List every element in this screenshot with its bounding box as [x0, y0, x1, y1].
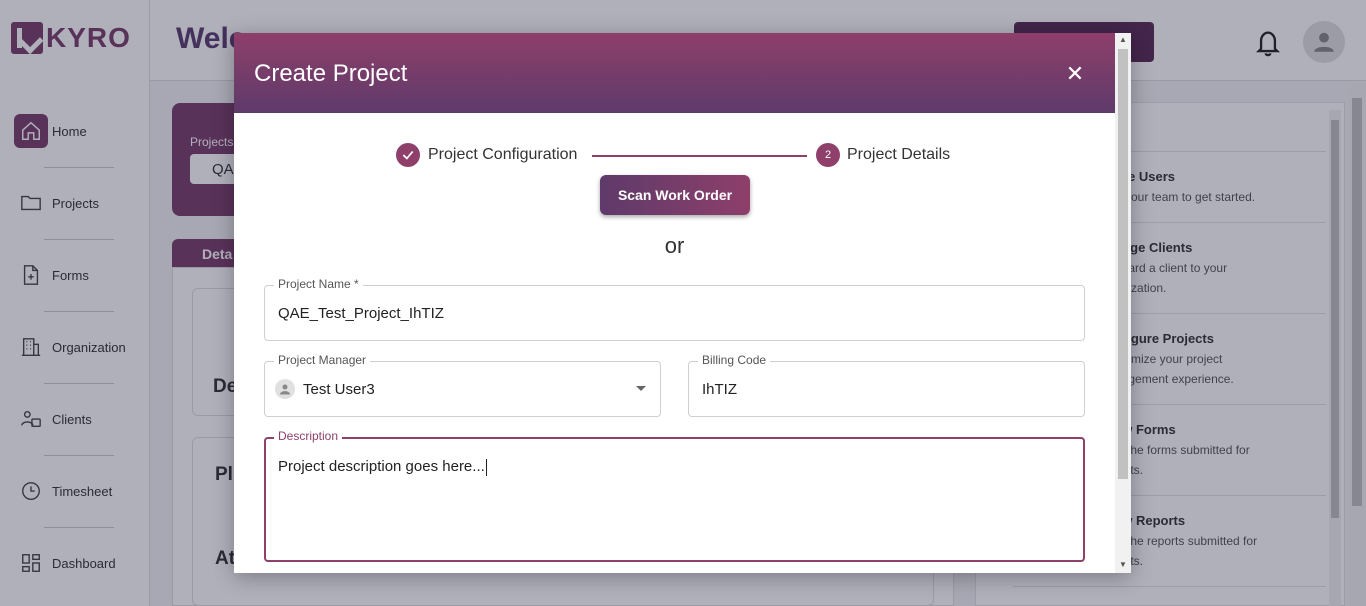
check-icon[interactable] — [396, 143, 420, 167]
field-label: Description — [274, 429, 343, 443]
dialog-scrollbar[interactable]: ▲ ▼ — [1115, 33, 1131, 573]
project-name-field[interactable]: Project Name * QAE_Test_Project_IhTIZ — [264, 277, 1085, 341]
step-number: 2 — [816, 143, 840, 167]
step-connector — [592, 155, 807, 157]
billing-code-input[interactable]: IhTIZ — [702, 381, 737, 398]
description-field[interactable]: Description Project description goes her… — [264, 429, 1085, 562]
description-text: Project description goes here... — [278, 458, 485, 475]
stepper: Project Configuration 2 Project Details — [396, 143, 956, 169]
step-label-details: Project Details — [847, 146, 951, 163]
dialog-header: Create Project ✕ — [234, 33, 1115, 113]
text-caret — [485, 458, 487, 476]
field-label: Project Name * — [274, 277, 363, 291]
project-manager-value: Test User3 — [303, 381, 375, 398]
field-label: Billing Code — [698, 353, 771, 367]
scroll-up-icon[interactable]: ▲ — [1119, 35, 1127, 44]
project-name-input[interactable]: QAE_Test_Project_IhTIZ — [278, 305, 444, 322]
field-label: Project Manager — [274, 353, 371, 367]
dialog-title: Create Project — [254, 60, 408, 87]
create-project-dialog: Create Project ✕ Project Configuration 2… — [234, 33, 1131, 573]
chevron-down-icon[interactable] — [636, 386, 646, 391]
scroll-down-icon[interactable]: ▼ — [1119, 560, 1127, 569]
user-icon — [275, 379, 295, 399]
scan-work-order-button[interactable]: Scan Work Order — [600, 175, 750, 215]
billing-code-field[interactable]: Billing Code IhTIZ — [688, 353, 1085, 417]
scrollbar-thumb[interactable] — [1118, 49, 1128, 479]
step-label-configuration[interactable]: Project Configuration — [428, 146, 577, 164]
close-icon[interactable]: ✕ — [1062, 61, 1088, 87]
description-input[interactable]: Project description goes here... — [278, 458, 487, 476]
project-manager-select[interactable]: Project Manager Test User3 — [264, 353, 661, 417]
or-separator: or — [664, 233, 685, 258]
